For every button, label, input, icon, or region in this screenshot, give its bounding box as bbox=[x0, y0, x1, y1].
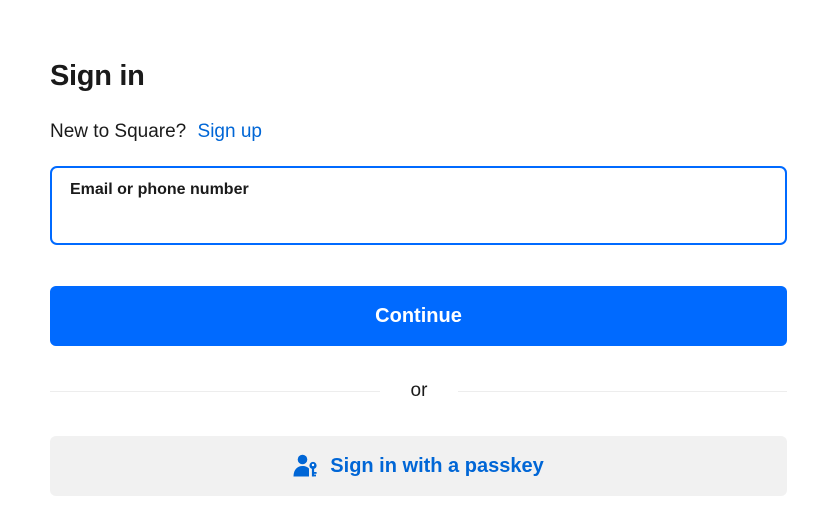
divider-line-left bbox=[50, 391, 380, 392]
signup-row: New to Square? Sign up bbox=[50, 120, 262, 144]
or-divider: or bbox=[50, 378, 787, 404]
divider-line-right bbox=[458, 391, 787, 392]
user-key-icon bbox=[293, 453, 319, 479]
divider-text: or bbox=[410, 380, 428, 401]
email-field-label: Email or phone number bbox=[70, 181, 249, 198]
email-input[interactable] bbox=[70, 206, 764, 234]
passkey-button-label: Sign in with a passkey bbox=[330, 454, 544, 477]
new-user-prompt: New to Square? bbox=[50, 121, 187, 142]
page-title: Sign in bbox=[50, 60, 145, 92]
email-field[interactable]: Email or phone number bbox=[50, 166, 787, 245]
sign-up-link[interactable]: Sign up bbox=[198, 121, 262, 142]
continue-button[interactable]: Continue bbox=[50, 286, 787, 346]
sign-in-page: Sign in New to Square? Sign up Email or … bbox=[0, 0, 821, 525]
passkey-sign-in-button[interactable]: Sign in with a passkey bbox=[50, 436, 787, 496]
